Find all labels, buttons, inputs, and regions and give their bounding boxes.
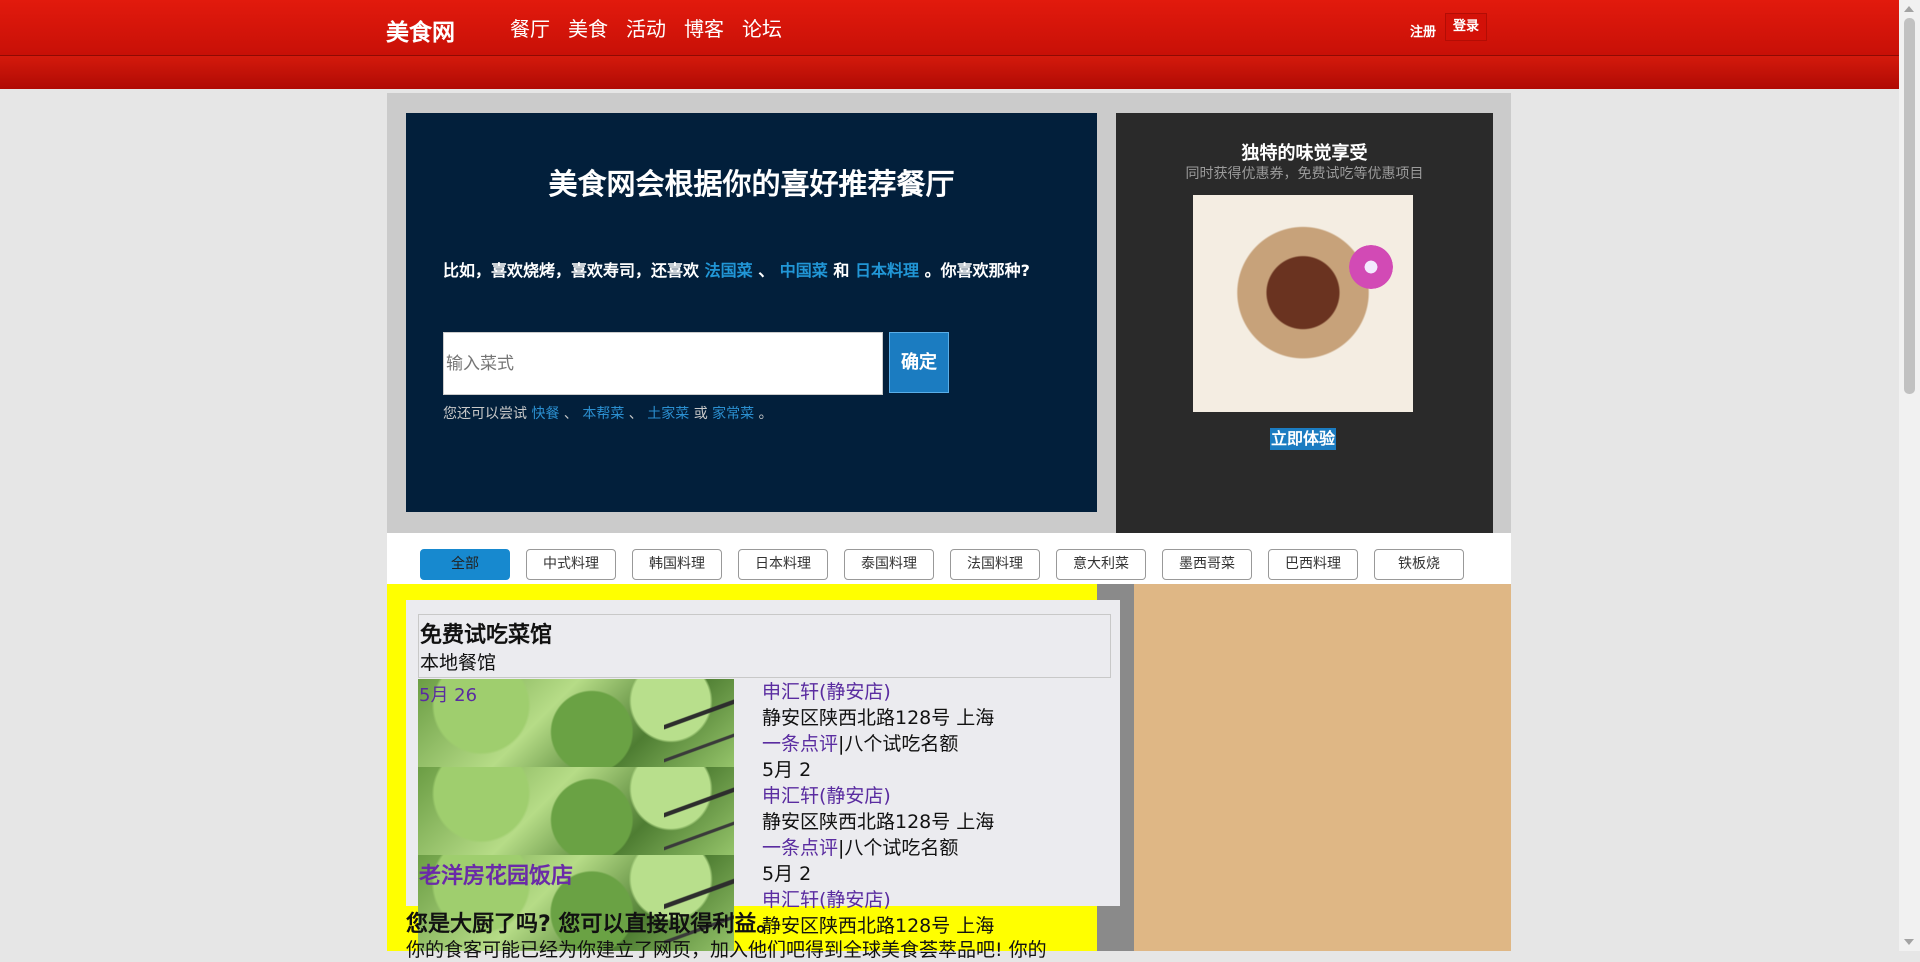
restaurant-name-link[interactable]: 申汇轩(静安店) xyxy=(762,679,1112,705)
suggestion-home-link[interactable]: 家常菜 xyxy=(712,406,754,422)
suggestion-prefix: 您还可以尝试 xyxy=(443,406,527,422)
sub-header xyxy=(0,55,1899,139)
register-link[interactable]: 注册 xyxy=(1410,21,1436,40)
review-line: 一条点评|八个试吃名额 xyxy=(762,731,1112,757)
filter-french[interactable]: 法国料理 xyxy=(950,549,1040,580)
free-trial-header: 免费试吃菜馆 本地餐馆 xyxy=(418,614,1111,678)
restaurant-address: 静安区陕西北路128号 上海 xyxy=(762,707,995,729)
trial-date: 5月 2 xyxy=(762,759,812,781)
recommend-text-prefix: 比如，喜欢烧烤，喜欢寿司，还喜欢 xyxy=(443,261,700,280)
filter-japanese[interactable]: 日本料理 xyxy=(738,549,828,580)
review-line: 一条点评|八个试吃名额 xyxy=(762,835,1112,861)
nav-events[interactable]: 活动 xyxy=(626,13,666,42)
content-right-bg xyxy=(1134,584,1511,951)
featured-restaurant-link[interactable]: 老洋房花园饭店 xyxy=(419,858,573,890)
confirm-button[interactable]: 确定 xyxy=(889,332,949,393)
hero-section: 美食网会根据你的喜好推荐餐厅 比如，喜欢烧烤，喜欢寿司，还喜欢 法国菜 、 中国… xyxy=(387,93,1511,533)
suggestion-or: 或 xyxy=(693,406,708,422)
filter-all[interactable]: 全部 xyxy=(420,549,510,580)
suggestion-tujia-link[interactable]: 土家菜 xyxy=(647,406,689,422)
restaurant-name-link[interactable]: 申汇轩(静安店) xyxy=(762,887,1112,913)
filter-brazilian[interactable]: 巴西料理 xyxy=(1268,549,1358,580)
suggestion-benbang-link[interactable]: 本帮菜 xyxy=(582,406,624,422)
promo-title: 独特的味觉享受 xyxy=(1241,143,1368,164)
promo-panel: 独特的味觉享受 同时获得优惠券，免费试吃等优惠项目 立即体验 xyxy=(1116,113,1493,533)
filter-teppanyaki[interactable]: 铁板烧 xyxy=(1374,549,1464,580)
cuisine-filters: 全部 中式料理 韩国料理 日本料理 泰国料理 法国料理 意大利菜 墨西哥菜 巴西… xyxy=(420,549,1464,580)
scroll-thumb[interactable] xyxy=(1904,18,1915,394)
chef-title: 您是大厨了吗? 您可以直接取得利益。 xyxy=(406,912,779,937)
recommend-title: 美食网会根据你的喜好推荐餐厅 xyxy=(548,167,955,201)
site-logo[interactable]: 美食网 xyxy=(386,13,455,47)
review-link[interactable]: 一条点评 xyxy=(762,733,838,755)
try-now-button[interactable]: 立即体验 xyxy=(1270,428,1336,450)
nav-restaurants[interactable]: 餐厅 xyxy=(510,13,550,42)
separator: 、 xyxy=(758,261,775,280)
recommend-text: 比如，喜欢烧烤，喜欢寿司，还喜欢 法国菜 、 中国菜 和 日本料理 。你喜欢那种… xyxy=(443,259,1063,283)
main-nav: 餐厅 美食 活动 博客 论坛 xyxy=(510,13,782,42)
review-link[interactable]: 一条点评 xyxy=(762,837,838,859)
recommend-panel: 美食网会根据你的喜好推荐餐厅 比如，喜欢烧烤，喜欢寿司，还喜欢 法国菜 、 中国… xyxy=(406,113,1097,512)
cuisine-japanese-link[interactable]: 日本料理 xyxy=(855,261,919,280)
top-header: 美食网 餐厅 美食 活动 博客 论坛 注册 登录 xyxy=(0,0,1899,55)
scroll-up-icon[interactable] xyxy=(1904,6,1914,12)
filter-italian[interactable]: 意大利菜 xyxy=(1056,549,1146,580)
date-label: 5月 26 xyxy=(419,685,478,706)
orchid-flower xyxy=(1349,245,1393,289)
nav-blog[interactable]: 博客 xyxy=(684,13,724,42)
filter-chinese[interactable]: 中式料理 xyxy=(526,549,616,580)
page-scrollbar[interactable] xyxy=(1899,0,1920,951)
suggestion-fastfood-link[interactable]: 快餐 xyxy=(531,406,559,422)
recommend-text-suffix: 。你喜欢那种? xyxy=(924,261,1030,280)
restaurant-address: 静安区陕西北路128号 上海 xyxy=(762,811,995,833)
and-text: 和 xyxy=(833,261,850,280)
dish-input[interactable] xyxy=(443,332,883,395)
promo-subtitle: 同时获得优惠券，免费试吃等优惠项目 xyxy=(1185,166,1424,182)
suggestion-line: 您还可以尝试 快餐 、 本帮菜 、 土家菜 或 家常菜 。 xyxy=(443,406,773,422)
trial-slots: |八个试吃名额 xyxy=(838,837,959,859)
dessert-image xyxy=(1193,195,1413,412)
trial-list: 申汇轩(静安店) 静安区陕西北路128号 上海 一条点评|八个试吃名额 5月 2… xyxy=(762,679,1112,939)
nav-forum[interactable]: 论坛 xyxy=(742,13,782,42)
login-button[interactable]: 登录 xyxy=(1445,13,1487,41)
trial-date: 5月 2 xyxy=(762,863,812,885)
nav-food[interactable]: 美食 xyxy=(568,13,608,42)
free-trial-subtitle: 本地餐馆 xyxy=(420,652,497,674)
restaurant-photo[interactable] xyxy=(418,767,734,855)
suggestion-end: 。 xyxy=(758,406,773,422)
free-trial-title: 免费试吃菜馆 xyxy=(420,623,553,648)
restaurant-name-link[interactable]: 申汇轩(静安店) xyxy=(762,783,1112,809)
filter-mexican[interactable]: 墨西哥菜 xyxy=(1162,549,1252,580)
chef-text: 你的食客可能已经为你建立了网页，加入他们吧得到全球美食荟萃品吧! 你的 xyxy=(406,939,1047,961)
scroll-down-icon[interactable] xyxy=(1904,939,1914,945)
filter-korean[interactable]: 韩国料理 xyxy=(632,549,722,580)
trial-slots: |八个试吃名额 xyxy=(838,733,959,755)
cuisine-french-link[interactable]: 法国菜 xyxy=(705,261,753,280)
cuisine-chinese-link[interactable]: 中国菜 xyxy=(780,261,828,280)
filter-thai[interactable]: 泰国料理 xyxy=(844,549,934,580)
